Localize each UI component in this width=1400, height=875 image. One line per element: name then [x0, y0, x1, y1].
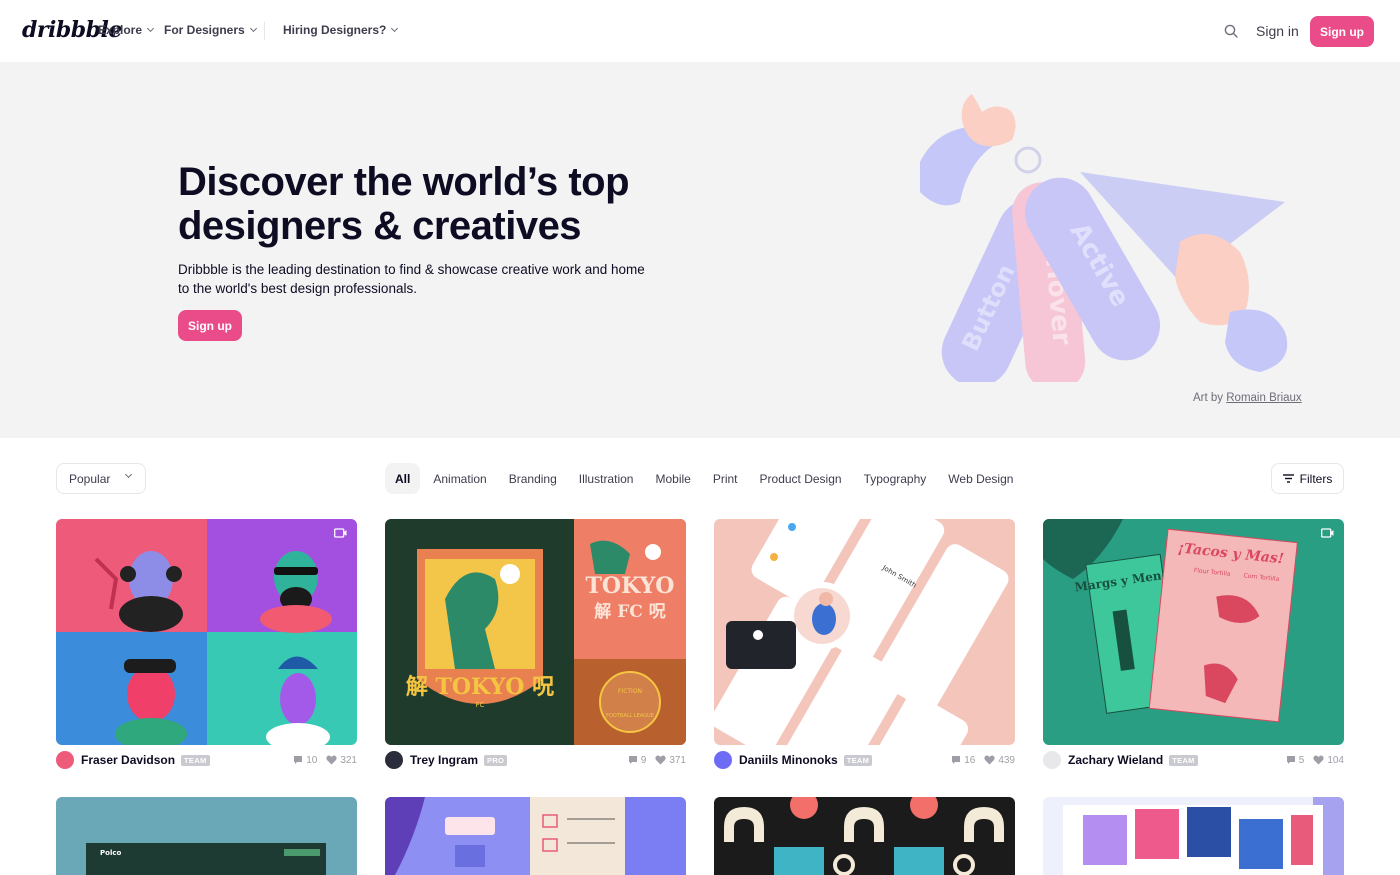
like-count: 321	[340, 754, 357, 766]
sort-select-value: Popular	[69, 471, 111, 486]
nav-explore-label: Explore	[98, 23, 143, 37]
category-tab-product-design[interactable]: Product Design	[749, 463, 853, 494]
category-tabs: All Animation Branding Illustration Mobi…	[385, 463, 1024, 494]
heart-icon[interactable]	[984, 755, 995, 765]
category-tab-illustration[interactable]: Illustration	[568, 463, 645, 494]
shot-card-trey-ingram[interactable]: 解 TOKYO 呪 FC TOKYO 解 FC 呪 FICTION FOOTBA…	[385, 519, 686, 745]
chevron-down-icon	[391, 24, 399, 33]
hero-illustration: Button Hover Active	[920, 94, 1288, 382]
category-tab-all[interactable]: All	[385, 463, 421, 494]
filters-label: Filters	[1299, 471, 1333, 486]
art-text: Polco	[100, 849, 121, 857]
shot-stats: 10 321	[287, 755, 357, 766]
heart-icon[interactable]	[1313, 755, 1324, 765]
shot-thumbnail	[714, 797, 1015, 875]
sign-up-button[interactable]: Sign up	[1310, 16, 1374, 47]
sort-select[interactable]: Popular	[56, 463, 146, 494]
filter-icon	[1282, 474, 1294, 483]
video-icon	[334, 528, 347, 538]
search-icon[interactable]	[1224, 24, 1238, 38]
chevron-down-icon	[146, 24, 155, 33]
hero-section: Discover the world’s top designers & cre…	[0, 62, 1400, 438]
shot-thumbnail: Margs y Menos ¡Tacos y Mas! Flour Tortil…	[1043, 519, 1344, 745]
video-icon	[1321, 528, 1334, 538]
nav-for-designers[interactable]: For Designers	[164, 23, 257, 37]
comment-count: 10	[306, 754, 318, 766]
art-credit: Art by Romain Briaux	[1193, 392, 1302, 404]
top-navigation: dribbble Explore For Designers Hiring De…	[0, 0, 1400, 62]
team-badge: TEAM	[181, 754, 210, 766]
shot-meta-zachary-wieland: Zachary Wieland TEAM 5 104	[1043, 751, 1344, 769]
art-author-link[interactable]: Romain Briaux	[1226, 392, 1301, 404]
comment-count: 9	[640, 754, 647, 766]
category-tab-mobile[interactable]: Mobile	[644, 463, 701, 494]
comment-icon	[952, 756, 961, 764]
comment-count: 16	[964, 754, 976, 766]
like-count: 104	[1327, 754, 1344, 766]
nav-hiring-label: Hiring Designers?	[283, 23, 387, 37]
pro-badge: PRO	[484, 754, 508, 766]
shot-card[interactable]	[385, 797, 686, 875]
art-text: 解 TOKYO 呪	[406, 674, 554, 700]
category-tab-branding[interactable]: Branding	[498, 463, 568, 494]
author-name[interactable]: Daniils Minonoks	[739, 753, 838, 767]
shot-thumbnail: Polco	[56, 797, 357, 875]
art-text: 解 FC 呪	[594, 601, 665, 622]
shot-card-fraser-davidson[interactable]	[56, 519, 357, 745]
hero-title: Discover the world’s top designers & cre…	[178, 160, 630, 248]
shot-meta-trey-ingram: Trey Ingram PRO 9 371	[385, 751, 686, 769]
shot-card[interactable]	[714, 797, 1015, 875]
comment-icon	[1286, 756, 1295, 764]
shot-thumbnail	[56, 519, 357, 745]
nav-explore[interactable]: Explore	[98, 23, 155, 37]
art-text: FC	[476, 701, 485, 709]
heart-icon[interactable]	[326, 755, 337, 765]
shot-stats: 5 104	[1280, 755, 1344, 766]
shot-thumbnail: 解 TOKYO 呪 FC TOKYO 解 FC 呪 FICTION FOOTBA…	[385, 519, 686, 745]
hero-sign-up-button[interactable]: Sign up	[178, 310, 242, 341]
shot-card[interactable]: Polco	[56, 797, 357, 875]
like-count: 371	[669, 754, 686, 766]
nav-hiring-designers[interactable]: Hiring Designers?	[283, 23, 399, 37]
shot-stats: 16 439	[945, 755, 1015, 766]
avatar[interactable]	[385, 751, 403, 769]
shot-card-daniils-minonoks[interactable]: John Smith	[714, 519, 1015, 745]
team-badge: TEAM	[1169, 754, 1198, 766]
art-text: TOKYO	[586, 573, 675, 599]
category-tab-typography[interactable]: Typography	[853, 463, 938, 494]
shot-card-zachary-wieland[interactable]: Margs y Menos ¡Tacos y Mas! Flour Tortil…	[1043, 519, 1344, 745]
shot-thumbnail	[385, 797, 686, 875]
category-tab-web-design[interactable]: Web Design	[937, 463, 1024, 494]
sign-in-link[interactable]: Sign in	[1256, 23, 1299, 39]
shot-stats: 9 371	[622, 755, 686, 766]
shot-card[interactable]	[1043, 797, 1344, 875]
author-name[interactable]: Trey Ingram	[410, 753, 478, 767]
comment-icon	[628, 756, 637, 764]
comment-icon	[294, 756, 303, 764]
nav-for-designers-label: For Designers	[164, 23, 245, 37]
category-tab-print[interactable]: Print	[702, 463, 749, 494]
chevron-down-icon	[249, 24, 257, 33]
category-tab-animation[interactable]: Animation	[422, 463, 497, 494]
shot-meta-daniils-minonoks: Daniils Minonoks TEAM 16 439	[714, 751, 1015, 769]
heart-icon[interactable]	[655, 755, 666, 765]
comment-count: 5	[1298, 754, 1305, 766]
chevron-down-icon	[124, 470, 133, 479]
shot-meta-fraser-davidson: Fraser Davidson TEAM 10 321	[56, 751, 357, 769]
team-badge: TEAM	[843, 754, 873, 766]
avatar[interactable]	[1043, 751, 1061, 769]
avatar[interactable]	[714, 751, 732, 769]
art-credit-prefix: Art by	[1193, 392, 1224, 404]
filters-button[interactable]: Filters	[1271, 463, 1344, 494]
hero-description: Dribbble is the leading destination to f…	[178, 262, 645, 296]
like-count: 439	[998, 754, 1015, 766]
avatar[interactable]	[56, 751, 74, 769]
shot-thumbnail: John Smith	[714, 519, 1015, 745]
author-name[interactable]: Zachary Wieland	[1068, 753, 1163, 767]
nav-divider	[264, 22, 265, 40]
art-text: FOOTBALL LEAGUE	[606, 713, 654, 719]
art-text: FICTION	[618, 688, 642, 695]
author-name[interactable]: Fraser Davidson	[81, 753, 175, 767]
shot-thumbnail	[1043, 797, 1344, 875]
